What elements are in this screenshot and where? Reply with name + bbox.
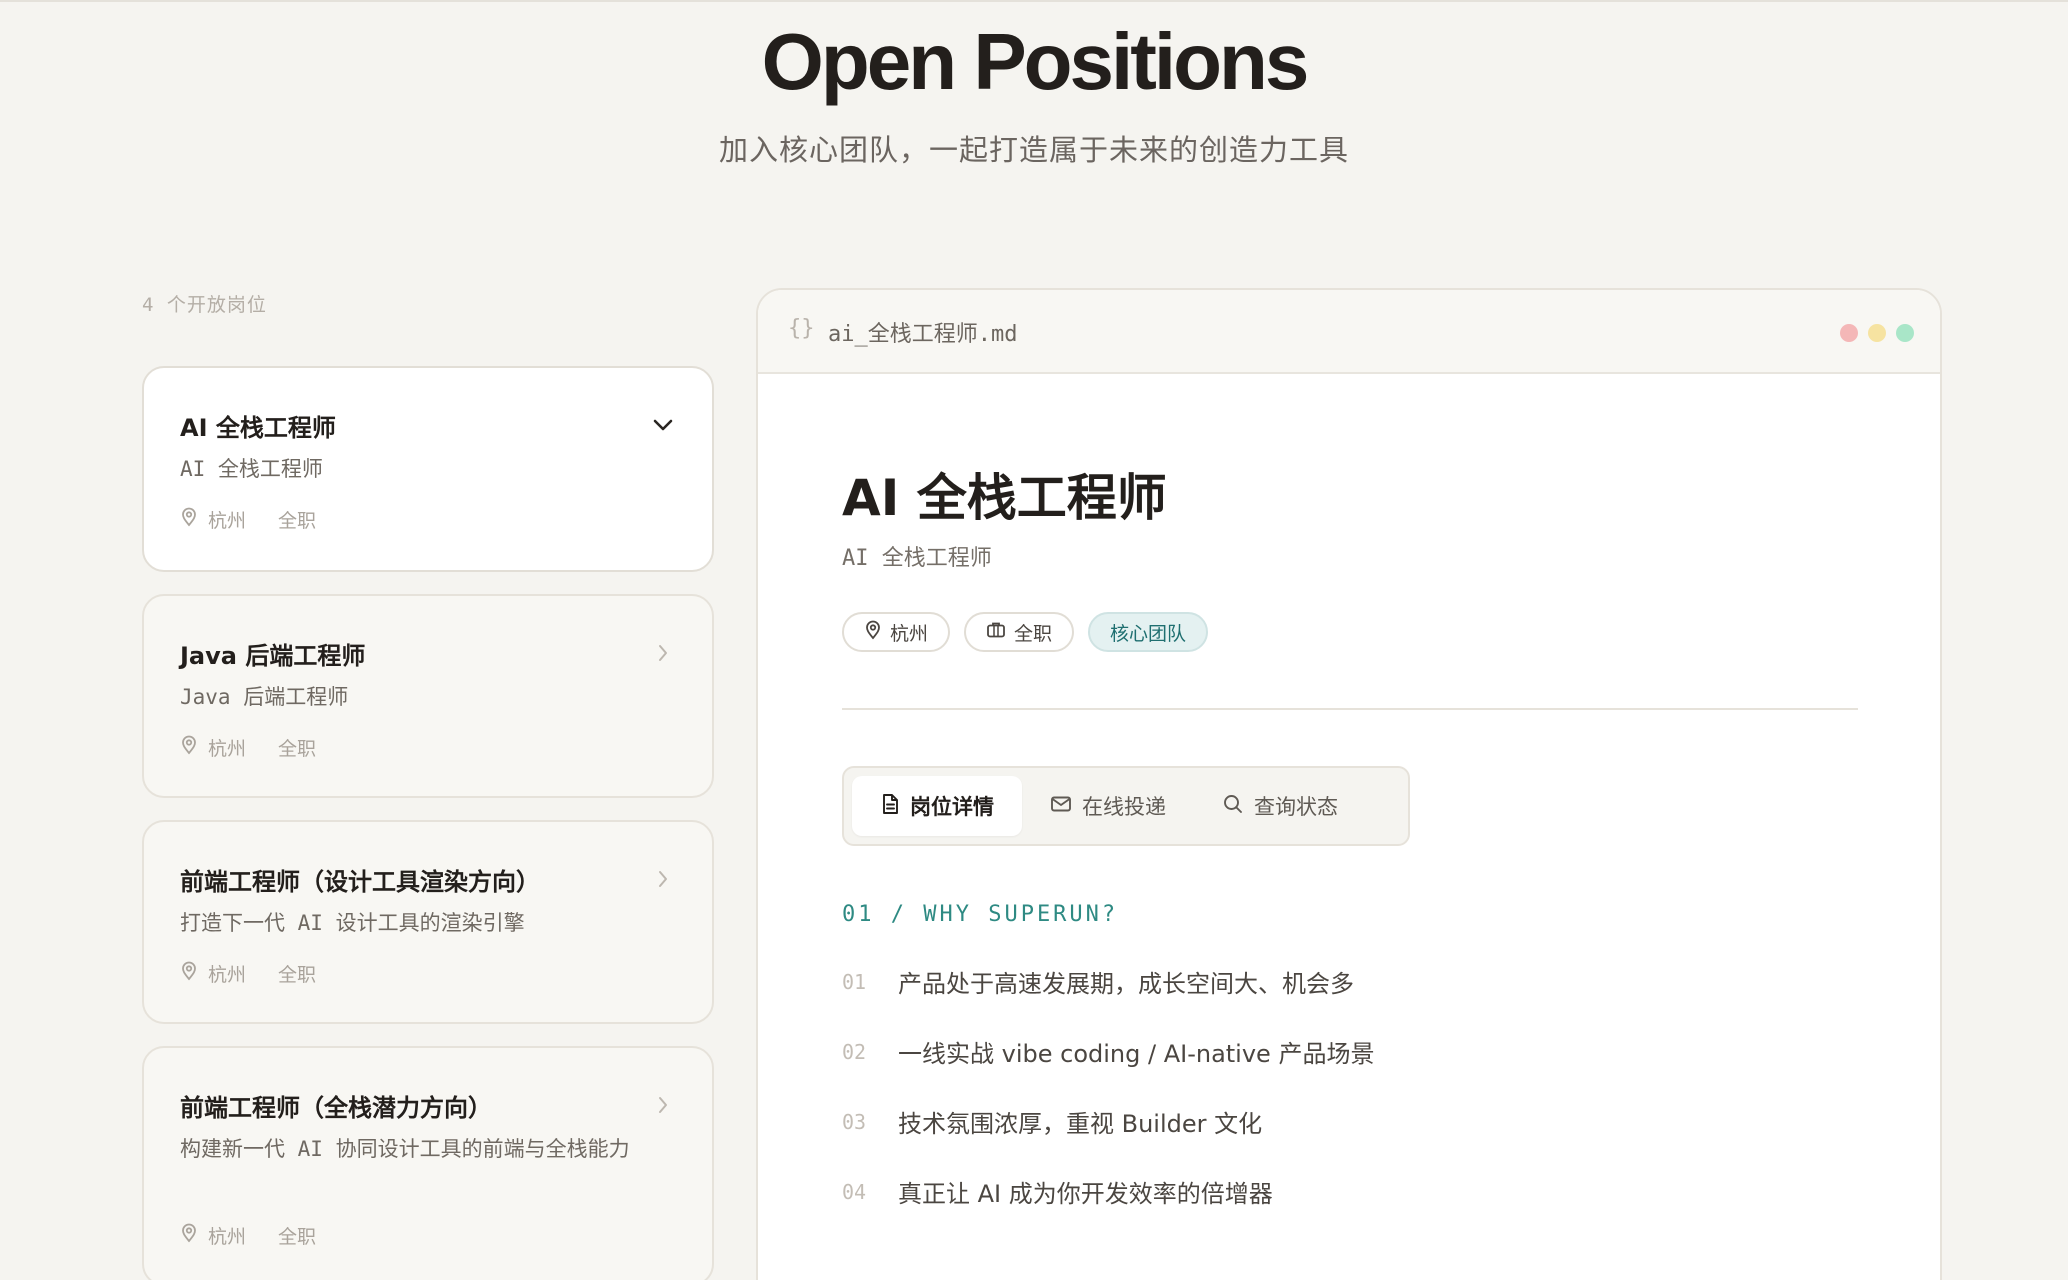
position-title: AI 全栈工程师 bbox=[180, 414, 336, 442]
window-dot-yellow bbox=[1868, 324, 1886, 342]
list-item: 04 真正让 AI 成为你开发效率的倍增器 bbox=[842, 1174, 1273, 1209]
tag-team-label: 核心团队 bbox=[1110, 622, 1187, 645]
tab-label: 在线投递 bbox=[1082, 795, 1166, 819]
chevron-down-icon bbox=[650, 412, 676, 438]
list-item: 02 一线实战 vibe coding / AI-native 产品场景 bbox=[842, 1034, 1374, 1069]
position-card-frontend-rendering[interactable]: 前端工程师（设计工具渲染方向） 打造下一代 AI 设计工具的渲染引擎 杭州 全职 bbox=[142, 820, 714, 1024]
list-item-number: 02 bbox=[842, 1039, 867, 1064]
detail-tabs: 岗位详情 在线投递 查询状态 bbox=[842, 766, 1410, 846]
mail-icon bbox=[1050, 794, 1072, 818]
list-item-number: 03 bbox=[842, 1109, 867, 1134]
tab-apply-online[interactable]: 在线投递 bbox=[1022, 776, 1194, 836]
location-pin-icon bbox=[180, 1223, 198, 1248]
location-pin-icon bbox=[180, 961, 198, 986]
list-item-text: 技术氛围浓厚，重视 Builder 文化 bbox=[898, 1110, 1263, 1138]
tab-label: 查询状态 bbox=[1254, 795, 1338, 819]
detail-subtitle: AI 全栈工程师 bbox=[842, 546, 992, 571]
list-item-text: 一线实战 vibe coding / AI-native 产品场景 bbox=[898, 1040, 1375, 1068]
position-title: Java 后端工程师 bbox=[180, 642, 366, 670]
window-dot-red bbox=[1840, 324, 1858, 342]
list-item: 03 技术氛围浓厚，重视 Builder 文化 bbox=[842, 1104, 1262, 1139]
position-desc: Java 后端工程师 bbox=[180, 685, 349, 709]
location-pin-icon bbox=[864, 620, 882, 645]
position-meta: 杭州 全职 bbox=[180, 506, 316, 533]
divider bbox=[842, 708, 1858, 710]
detail-tags: 杭州 全职 核心团队 bbox=[842, 612, 1209, 652]
location-pin-icon bbox=[180, 735, 198, 760]
position-card-java-backend[interactable]: Java 后端工程师 Java 后端工程师 杭州 全职 bbox=[142, 594, 714, 798]
position-location: 杭州 bbox=[208, 738, 247, 760]
position-location: 杭州 bbox=[208, 1226, 247, 1248]
window-dot-green bbox=[1896, 324, 1914, 342]
position-desc: AI 全栈工程师 bbox=[180, 457, 323, 481]
position-location: 杭州 bbox=[208, 510, 247, 532]
tab-label: 岗位详情 bbox=[910, 795, 994, 819]
tag-location-label: 杭州 bbox=[890, 622, 929, 645]
list-item-number: 04 bbox=[842, 1179, 867, 1204]
position-title: 前端工程师（全栈潜力方向） bbox=[180, 1094, 492, 1122]
position-type: 全职 bbox=[278, 964, 317, 986]
chevron-right-icon bbox=[650, 1092, 676, 1118]
tab-position-details[interactable]: 岗位详情 bbox=[852, 776, 1022, 836]
briefcase-icon bbox=[986, 621, 1006, 644]
list-item: 01 产品处于高速发展期，成长空间大、机会多 bbox=[842, 964, 1354, 999]
search-icon bbox=[1222, 793, 1244, 820]
position-meta: 杭州 全职 bbox=[180, 1222, 316, 1249]
position-meta: 杭州 全职 bbox=[180, 734, 316, 761]
chevron-right-icon bbox=[650, 866, 676, 892]
page-title: Open Positions bbox=[761, 17, 1310, 106]
position-card-frontend-fullstack[interactable]: 前端工程师（全栈潜力方向） 构建新一代 AI 协同设计工具的前端与全栈能力 杭州… bbox=[142, 1046, 714, 1280]
tag-location: 杭州 bbox=[842, 612, 951, 652]
doc-filename: ai_全栈工程师.md bbox=[828, 322, 1018, 347]
section-heading: 01 / WHY SUPERUN? bbox=[842, 902, 1119, 927]
positions-count: 4 个开放岗位 bbox=[142, 294, 267, 316]
tab-check-status[interactable]: 查询状态 bbox=[1194, 776, 1366, 836]
position-detail-panel: {} ai_全栈工程师.md AI 全栈工程师 AI 全栈工程师 杭州 全职 核… bbox=[756, 288, 1942, 1280]
position-type: 全职 bbox=[278, 510, 317, 532]
position-title: 前端工程师（设计工具渲染方向） bbox=[180, 868, 540, 896]
list-item-text: 产品处于高速发展期，成长空间大、机会多 bbox=[898, 970, 1354, 998]
tag-type-label: 全职 bbox=[1014, 622, 1053, 645]
detail-title: AI 全栈工程师 bbox=[842, 469, 1167, 527]
window-dots bbox=[1840, 324, 1914, 342]
tag-type: 全职 bbox=[964, 612, 1075, 652]
page: Open Positions 加入核心团队，一起打造属于未来的创造力工具 4 个… bbox=[0, 0, 2068, 1280]
position-desc: 构建新一代 AI 协同设计工具的前端与全栈能力 bbox=[180, 1137, 630, 1161]
list-item-number: 01 bbox=[842, 969, 867, 994]
position-card-ai-fullstack[interactable]: AI 全栈工程师 AI 全栈工程师 杭州 全职 bbox=[142, 366, 714, 572]
document-icon bbox=[880, 793, 900, 820]
doc-header: {} ai_全栈工程师.md bbox=[758, 290, 1940, 374]
tag-team: 核心团队 bbox=[1088, 612, 1209, 652]
position-type: 全职 bbox=[278, 738, 317, 760]
chevron-right-icon bbox=[650, 640, 676, 666]
position-location: 杭州 bbox=[208, 964, 247, 986]
top-rule bbox=[0, 0, 2068, 2]
braces-icon: {} bbox=[788, 316, 815, 341]
position-meta: 杭州 全职 bbox=[180, 960, 316, 987]
page-subtitle: 加入核心团队，一起打造属于未来的创造力工具 bbox=[718, 133, 1349, 167]
position-desc: 打造下一代 AI 设计工具的渲染引擎 bbox=[180, 911, 525, 935]
location-pin-icon bbox=[180, 507, 198, 532]
list-item-text: 真正让 AI 成为你开发效率的倍增器 bbox=[898, 1180, 1273, 1208]
position-type: 全职 bbox=[278, 1226, 317, 1248]
